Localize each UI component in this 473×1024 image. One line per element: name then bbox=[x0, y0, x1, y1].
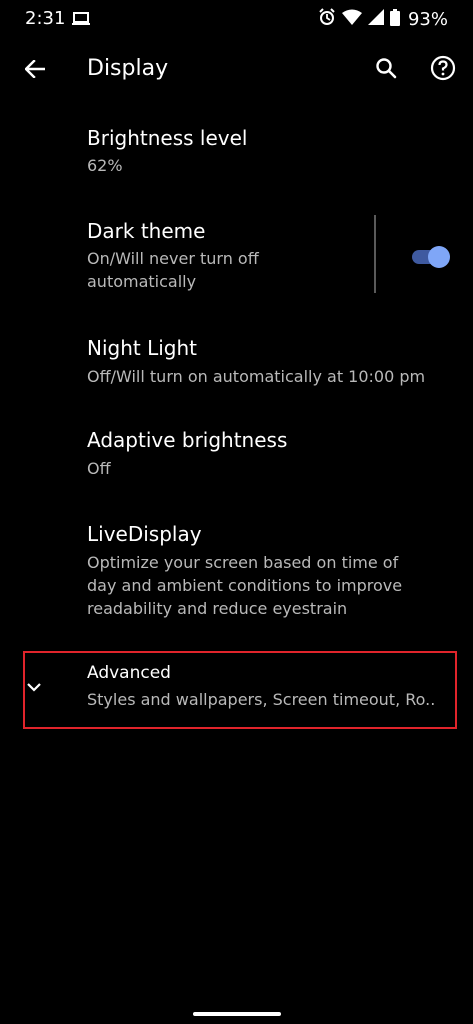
toggle-thumb bbox=[428, 246, 450, 268]
setting-summary: 62% bbox=[87, 156, 123, 175]
chevron-down-icon[interactable] bbox=[25, 679, 43, 693]
page-title: Display bbox=[87, 56, 169, 81]
dark-theme-toggle[interactable] bbox=[410, 244, 450, 268]
status-bar: 2:31 93% bbox=[0, 0, 473, 38]
app-bar: Display bbox=[0, 38, 473, 104]
setting-summary: Off/Will turn on automatically at 10:00 … bbox=[87, 367, 426, 386]
search-icon bbox=[375, 57, 397, 83]
setting-night-light[interactable]: Night Light Off/Will turn on automatical… bbox=[0, 314, 473, 406]
setting-livedisplay[interactable]: LiveDisplay Optimize your screen based o… bbox=[0, 500, 473, 640]
setting-title: Adaptive brightness bbox=[87, 428, 288, 452]
setting-dark-theme[interactable]: Dark theme On/Will never turn off automa… bbox=[0, 196, 473, 314]
help-button[interactable] bbox=[425, 52, 461, 88]
setting-title: Night Light bbox=[87, 336, 197, 360]
status-time: 2:31 bbox=[25, 8, 66, 29]
setting-title: Dark theme bbox=[87, 219, 206, 243]
setting-adaptive-brightness[interactable]: Adaptive brightness Off bbox=[0, 406, 473, 500]
wifi-icon bbox=[341, 9, 362, 29]
setting-summary: Optimize your screen based on time of da… bbox=[87, 553, 403, 618]
toggle-divider bbox=[374, 215, 376, 293]
search-button[interactable] bbox=[368, 52, 404, 88]
help-icon bbox=[430, 55, 456, 85]
setting-brightness-level[interactable]: Brightness level 62% bbox=[0, 104, 473, 196]
back-button[interactable] bbox=[18, 54, 52, 88]
laptop-icon bbox=[72, 11, 90, 30]
setting-title: LiveDisplay bbox=[87, 522, 202, 546]
battery-icon bbox=[389, 8, 400, 30]
back-arrow-icon bbox=[24, 59, 46, 82]
setting-summary: On/Will never turn off automatically bbox=[87, 249, 259, 291]
setting-summary: Off bbox=[87, 459, 111, 478]
advanced-title: Advanced bbox=[87, 663, 171, 683]
setting-title: Brightness level bbox=[87, 126, 248, 150]
advanced-summary: Styles and wallpapers, Screen timeout, R… bbox=[87, 690, 436, 709]
status-icons: 93% bbox=[318, 8, 448, 30]
battery-percent: 93% bbox=[407, 8, 448, 30]
signal-icon bbox=[367, 9, 384, 29]
gesture-nav-handle[interactable] bbox=[193, 1012, 281, 1016]
alarm-icon bbox=[318, 8, 336, 30]
